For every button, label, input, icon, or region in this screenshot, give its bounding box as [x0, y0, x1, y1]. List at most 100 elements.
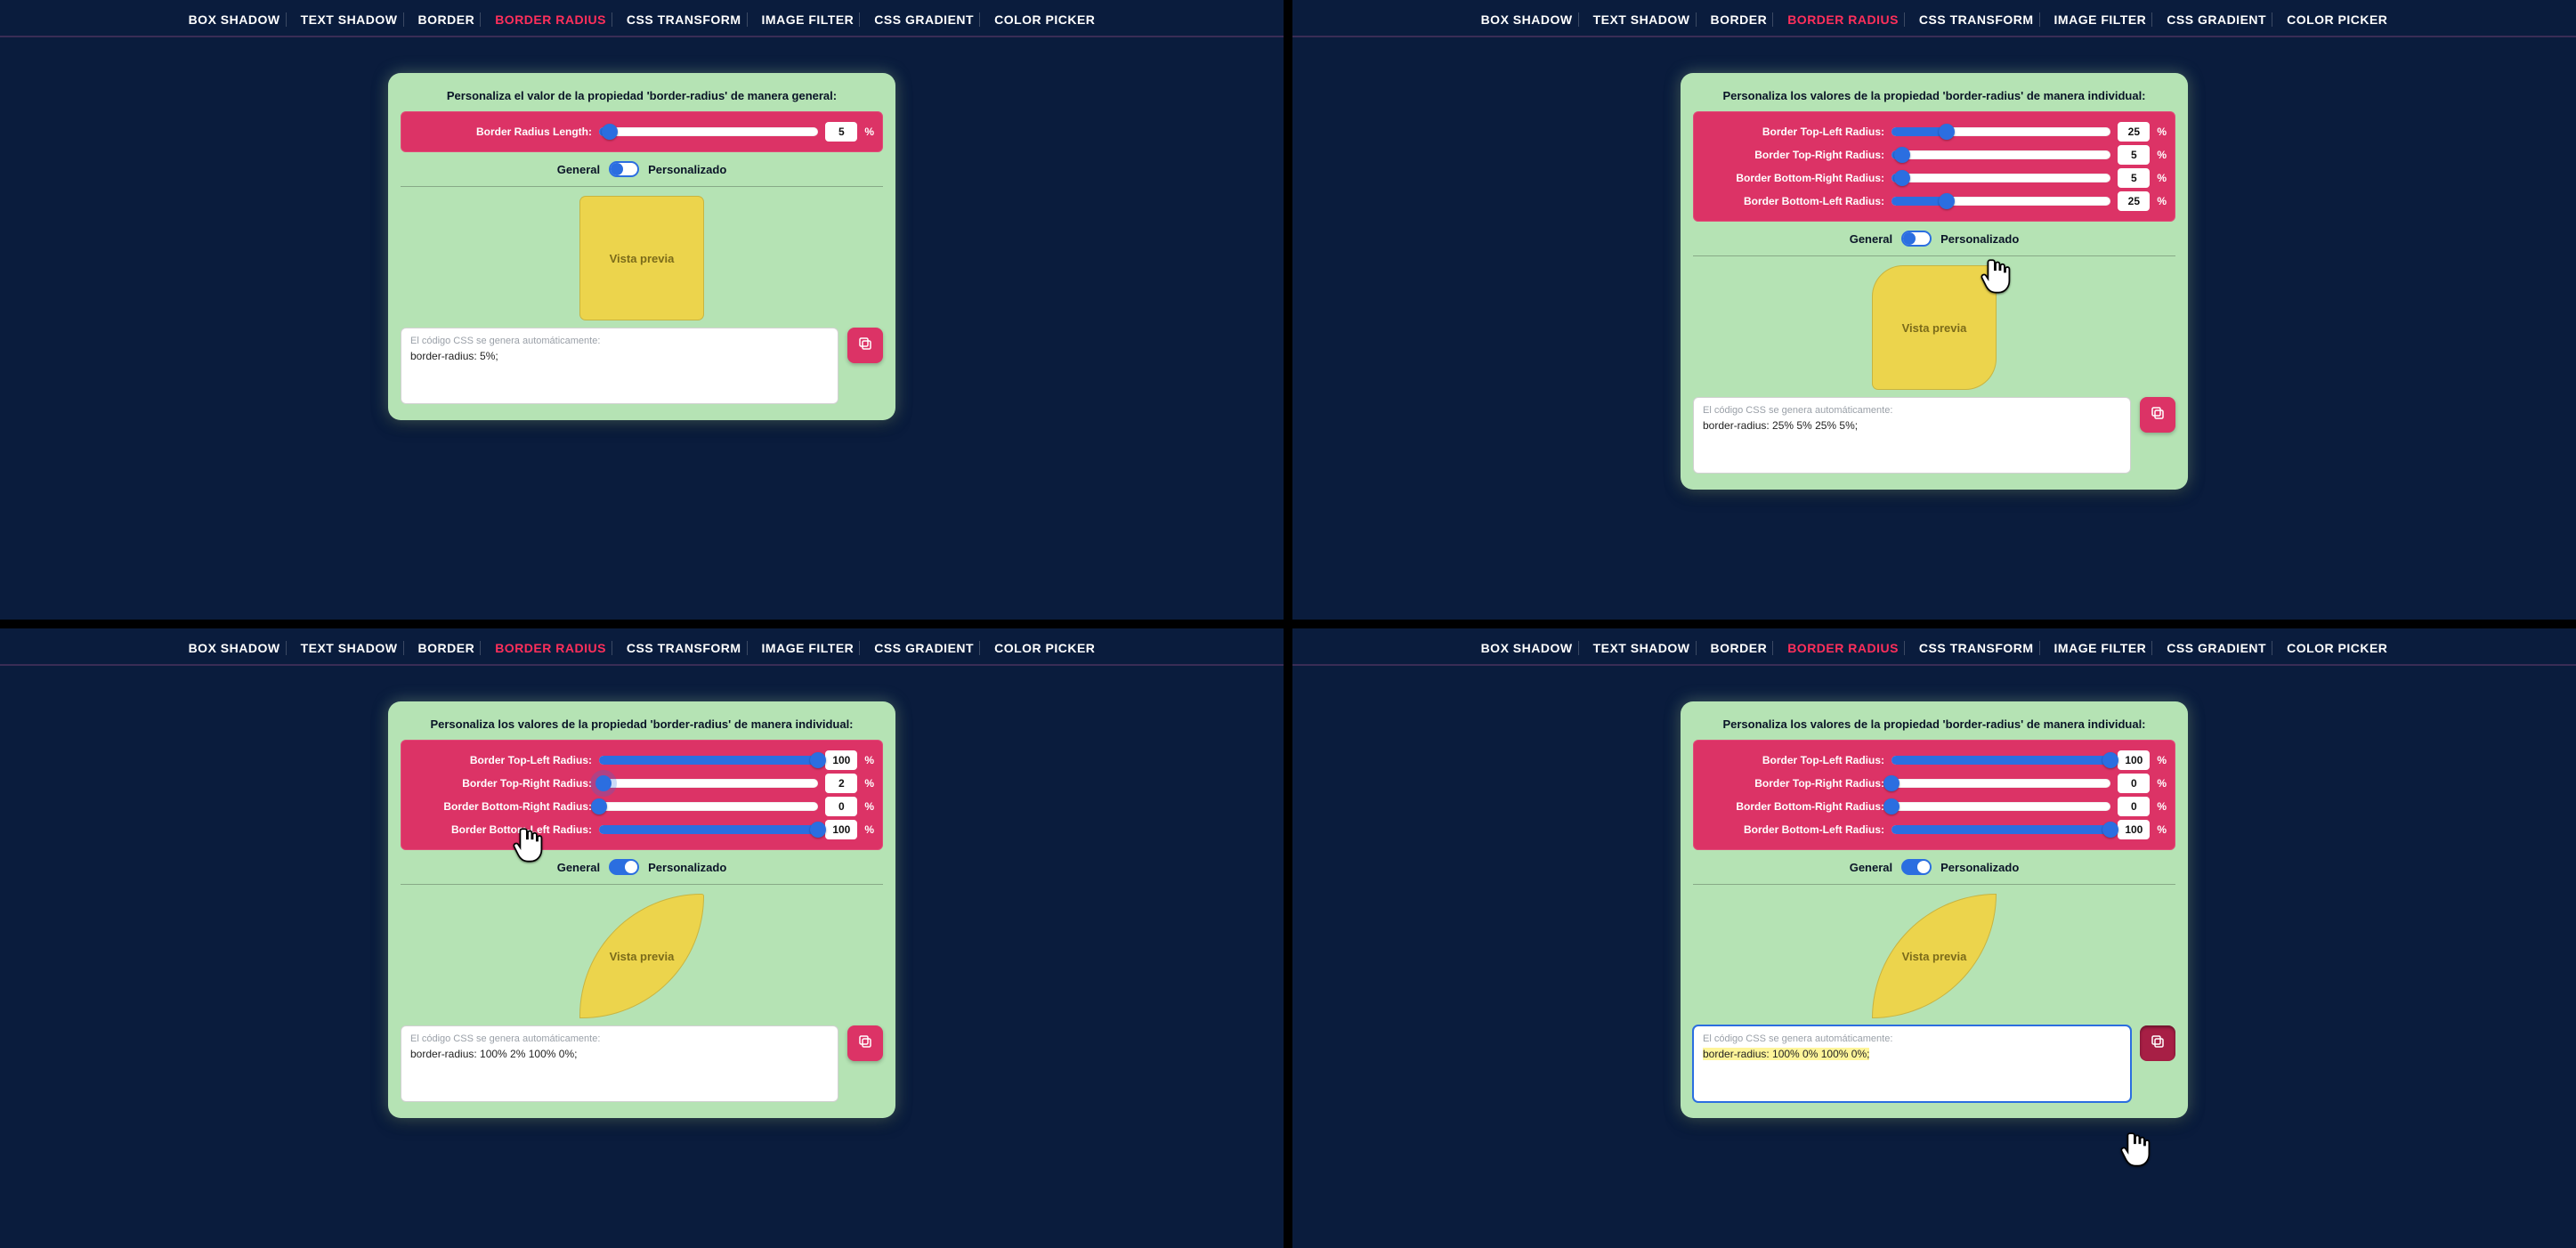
- percent-label: %: [2157, 823, 2167, 836]
- nav-item-box-shadow[interactable]: BOX SHADOW: [1476, 641, 1579, 655]
- nav-item-border[interactable]: BORDER: [1705, 12, 1774, 27]
- mode-toggle[interactable]: [1901, 859, 1932, 875]
- nav-item-image-filter[interactable]: IMAGE FILTER: [757, 12, 861, 27]
- nav-item-css-gradient[interactable]: CSS GRADIENT: [2161, 641, 2272, 655]
- code-placeholder: El código CSS se genera automáticamente:: [1703, 1033, 2121, 1044]
- slider-track[interactable]: [1891, 756, 2110, 765]
- slider-track[interactable]: [599, 825, 818, 834]
- slider-value[interactable]: 5: [825, 122, 857, 142]
- card-title: Personaliza los valores de la propiedad …: [401, 717, 883, 731]
- slider-label: Border Top-Left Radius:: [1702, 754, 1884, 766]
- slider-value[interactable]: 25: [2118, 191, 2150, 211]
- slider-track[interactable]: [1891, 825, 2110, 834]
- mode-toggle[interactable]: [1901, 231, 1932, 247]
- nav-item-border-radius[interactable]: BORDER RADIUS: [490, 12, 612, 27]
- nav-item-css-gradient[interactable]: CSS GRADIENT: [869, 641, 980, 655]
- slider-track[interactable]: [599, 756, 818, 765]
- nav-item-color-picker[interactable]: COLOR PICKER: [2281, 641, 2393, 655]
- slider-thumb[interactable]: [810, 752, 826, 768]
- slider-value[interactable]: 0: [2118, 774, 2150, 793]
- nav-item-css-transform[interactable]: CSS TRANSFORM: [621, 641, 748, 655]
- nav-item-text-shadow[interactable]: TEXT SHADOW: [1588, 12, 1697, 27]
- percent-label: %: [864, 754, 874, 766]
- copy-button[interactable]: [847, 1025, 883, 1061]
- slider-thumb[interactable]: [595, 775, 612, 791]
- slider-thumb[interactable]: [1894, 170, 1910, 186]
- nav-item-image-filter[interactable]: IMAGE FILTER: [757, 641, 861, 655]
- slider-row: Border Top-Left Radius: 100 %: [409, 750, 874, 770]
- nav-item-css-gradient[interactable]: CSS GRADIENT: [869, 12, 980, 27]
- slider-thumb[interactable]: [810, 822, 826, 838]
- slider-track[interactable]: [1891, 779, 2110, 788]
- nav-item-css-transform[interactable]: CSS TRANSFORM: [621, 12, 748, 27]
- nav-item-border-radius[interactable]: BORDER RADIUS: [1782, 641, 1905, 655]
- mode-toggle[interactable]: [609, 161, 639, 177]
- nav-item-box-shadow[interactable]: BOX SHADOW: [183, 641, 287, 655]
- nav-item-border[interactable]: BORDER: [413, 641, 482, 655]
- slider-thumb[interactable]: [602, 124, 618, 140]
- slider-value[interactable]: 5: [2118, 145, 2150, 165]
- code-output[interactable]: El código CSS se genera automáticamente:…: [1693, 1025, 2131, 1102]
- slider-track[interactable]: [1891, 150, 2110, 159]
- slider-thumb[interactable]: [1939, 124, 1955, 140]
- slider-track[interactable]: [1891, 197, 2110, 206]
- preview-box: Vista previa: [1872, 265, 1997, 390]
- slider-thumb[interactable]: [2102, 822, 2118, 838]
- slider-track[interactable]: [1891, 127, 2110, 136]
- nav-item-border-radius[interactable]: BORDER RADIUS: [490, 641, 612, 655]
- code-output[interactable]: El código CSS se genera automáticamente:…: [401, 328, 838, 404]
- nav-item-css-transform[interactable]: CSS TRANSFORM: [1914, 641, 2040, 655]
- slider-value[interactable]: 5: [2118, 168, 2150, 188]
- slider-row: Border Bottom-Right Radius: 0 %: [1702, 797, 2167, 816]
- code-output[interactable]: El código CSS se genera automáticamente:…: [1693, 397, 2131, 474]
- nav-item-color-picker[interactable]: COLOR PICKER: [989, 12, 1100, 27]
- slider-label: Border Bottom-Left Radius:: [1702, 195, 1884, 207]
- slider-label: Border Top-Left Radius:: [1702, 126, 1884, 138]
- nav-item-image-filter[interactable]: IMAGE FILTER: [2049, 641, 2153, 655]
- slider-thumb[interactable]: [1939, 193, 1955, 209]
- slider-thumb[interactable]: [1883, 798, 1900, 814]
- nav-item-css-gradient[interactable]: CSS GRADIENT: [2161, 12, 2272, 27]
- nav-item-box-shadow[interactable]: BOX SHADOW: [1476, 12, 1579, 27]
- mode-general-label: General: [557, 163, 600, 176]
- nav-item-text-shadow[interactable]: TEXT SHADOW: [1588, 641, 1697, 655]
- output-row: El código CSS se genera automáticamente:…: [401, 328, 883, 404]
- nav-item-image-filter[interactable]: IMAGE FILTER: [2049, 12, 2153, 27]
- nav-item-border[interactable]: BORDER: [413, 12, 482, 27]
- slider-track[interactable]: [1891, 802, 2110, 811]
- slider-track[interactable]: [1891, 174, 2110, 182]
- slider-thumb[interactable]: [2102, 752, 2118, 768]
- slider-label: Border Top-Right Radius:: [1702, 149, 1884, 161]
- slider-value[interactable]: 0: [2118, 797, 2150, 816]
- slider-value[interactable]: 100: [825, 750, 857, 770]
- nav-item-border[interactable]: BORDER: [1705, 641, 1774, 655]
- mode-toggle[interactable]: [609, 859, 639, 875]
- nav-item-box-shadow[interactable]: BOX SHADOW: [183, 12, 287, 27]
- copy-button[interactable]: [2140, 1025, 2175, 1061]
- nav-item-color-picker[interactable]: COLOR PICKER: [989, 641, 1100, 655]
- slider-value[interactable]: 100: [2118, 820, 2150, 839]
- slider-thumb[interactable]: [591, 798, 607, 814]
- copy-button[interactable]: [847, 328, 883, 363]
- nav-item-text-shadow[interactable]: TEXT SHADOW: [296, 12, 404, 27]
- slider-value[interactable]: 25: [2118, 122, 2150, 142]
- slider-value[interactable]: 0: [825, 797, 857, 816]
- nav-item-css-transform[interactable]: CSS TRANSFORM: [1914, 12, 2040, 27]
- slider-label: Border Bottom-Left Radius:: [409, 823, 592, 836]
- slider-track[interactable]: [599, 802, 818, 811]
- copy-button[interactable]: [2140, 397, 2175, 433]
- nav-item-border-radius[interactable]: BORDER RADIUS: [1782, 12, 1905, 27]
- nav-item-text-shadow[interactable]: TEXT SHADOW: [296, 641, 404, 655]
- slider-value[interactable]: 2: [825, 774, 857, 793]
- slider-value[interactable]: 100: [825, 820, 857, 839]
- slider-thumb[interactable]: [1894, 147, 1910, 163]
- preview-area: Vista previa: [1693, 894, 2175, 1018]
- nav-item-color-picker[interactable]: COLOR PICKER: [2281, 12, 2393, 27]
- slider-track[interactable]: [599, 127, 818, 136]
- slider-track[interactable]: [599, 779, 818, 788]
- slider-value[interactable]: 100: [2118, 750, 2150, 770]
- border-radius-card: Personaliza los valores de la propiedad …: [388, 701, 895, 1118]
- slider-thumb[interactable]: [1883, 775, 1900, 791]
- code-output[interactable]: El código CSS se genera automáticamente:…: [401, 1025, 838, 1102]
- percent-label: %: [2157, 800, 2167, 813]
